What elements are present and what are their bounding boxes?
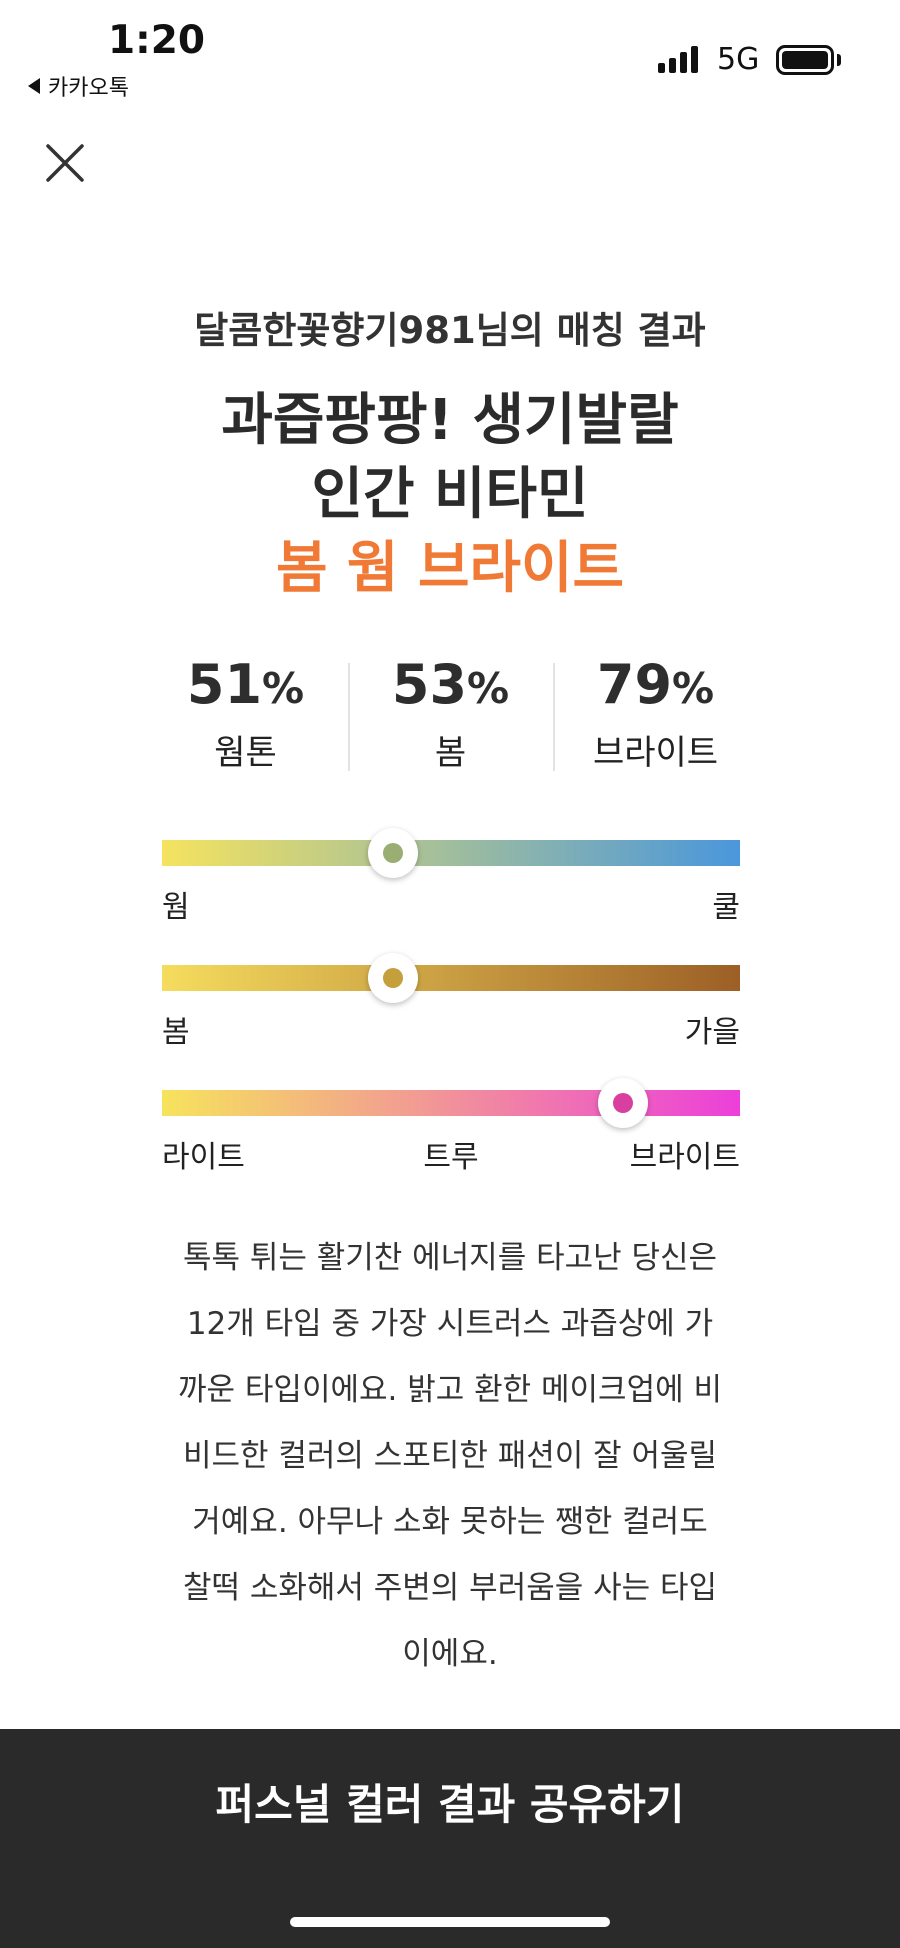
network-type: 5G [717,42,760,77]
status-time: 1:20 [108,18,206,63]
slider-track [162,953,740,1003]
stats-row: 51% 웜톤 53% 봄 79% 브라이트 [143,653,758,774]
slider-spring-autumn: 봄 가을 [162,953,740,1050]
close-icon [46,144,84,182]
signal-icon [658,46,698,73]
stat-value: 51% [186,653,305,716]
share-button-label: 퍼스널 컬러 결과 공유하기 [215,1780,685,1829]
battery-cap [837,54,841,66]
slider-left-label: 라이트 [162,1140,245,1175]
slider-knob [597,1078,648,1128]
result-description: 톡톡 튀는 활기찬 에너지를 타고난 당신은 12개 타입 중 가장 시트러스 … [178,1240,722,1672]
battery-icon [776,45,834,75]
home-indicator[interactable] [290,1917,610,1927]
slider-light-bright: 라이트 트루 브라이트 [162,1078,740,1175]
personal-color-result-page: 1:20 카카오톡 5G 달콤한꽃향기981님의 매칭 결과 과즙팡팡! 생기발… [0,0,900,1948]
stat-value: 53% [391,653,510,716]
stat-bright: 79% 브라이트 [553,655,758,773]
result-headline: 과즙팡팡! 생기발랄 인간 비타민 봄 웜 브라이트 [0,384,900,606]
slider-track [162,1078,740,1128]
stat-label: 봄 [434,733,467,773]
share-result-button[interactable]: 퍼스널 컬러 결과 공유하기 [0,1729,900,1948]
status-bar: 1:20 카카오톡 5G [0,0,900,110]
slider-track [162,828,740,878]
slider-left-label: 웜 [162,890,190,925]
back-app-label: 카카오톡 [48,76,129,101]
slider-knob [368,953,419,1003]
slider-middle-label: 트루 [423,1140,479,1175]
back-triangle-icon [28,78,40,94]
slider-right-label: 가을 [684,1015,740,1050]
slider-warm-cool: 웜 쿨 [162,828,740,925]
close-button[interactable] [40,138,90,188]
headline-line-2: 인간 비타민 [311,462,589,527]
stat-spring: 53% 봄 [348,655,553,773]
stat-warm: 51% 웜톤 [143,653,348,774]
slider-right-label: 브라이트 [629,1140,740,1175]
headline-accent: 봄 웜 브라이트 [275,536,625,601]
stat-label: 브라이트 [592,733,719,773]
headline-line-1: 과즙팡팡! 생기발랄 [221,388,679,453]
stat-label: 웜톤 [214,733,277,773]
slider-knob [368,828,419,878]
result-subtitle: 달콤한꽃향기981님의 매칭 결과 [194,309,706,352]
slider-right-label: 쿨 [712,890,740,925]
slider-left-label: 봄 [162,1015,190,1050]
back-to-app-link[interactable]: 카카오톡 [28,70,129,102]
stat-value: 79% [596,653,715,716]
